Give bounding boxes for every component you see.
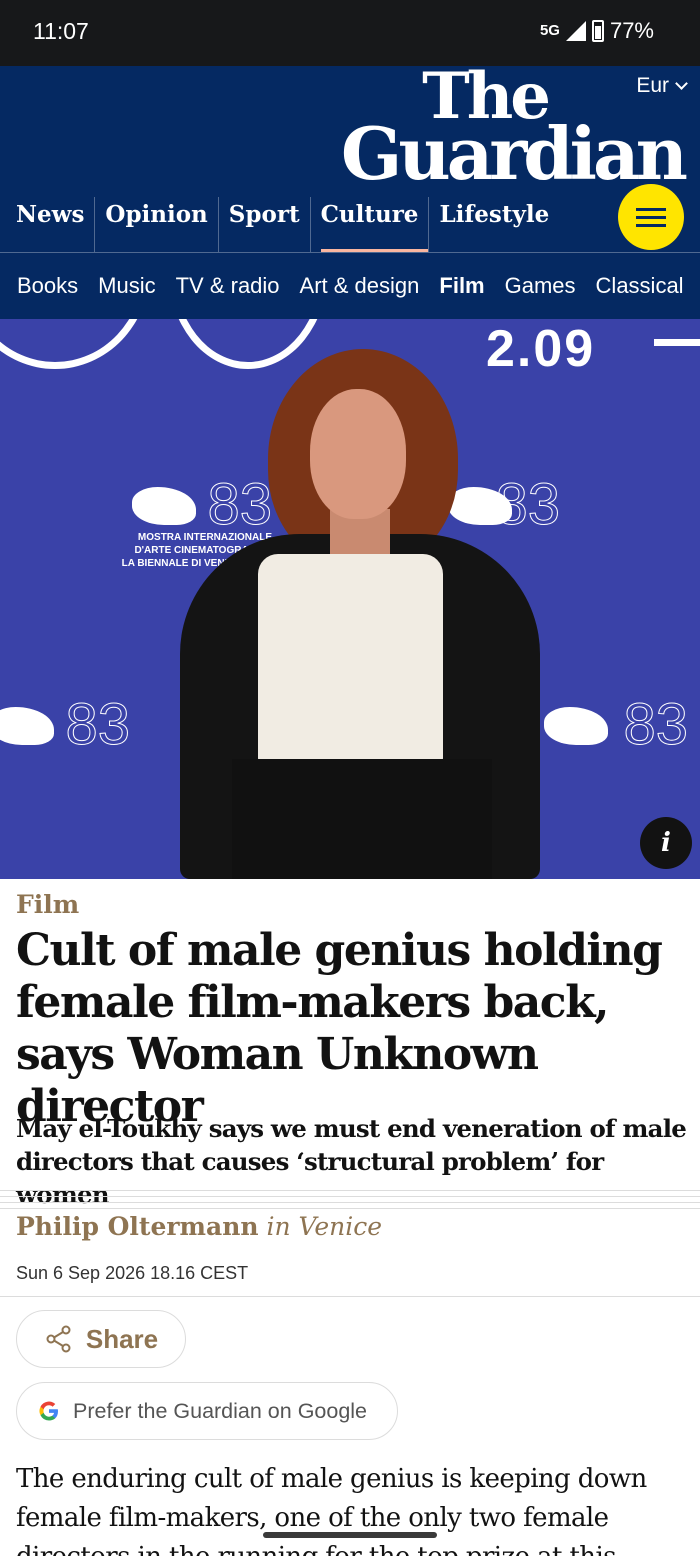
- pillar-opinion[interactable]: Opinion: [94, 197, 217, 253]
- person-pants: [232, 759, 492, 879]
- festival-caption-1: MOSTRA INTERNAZIONALE: [137, 532, 272, 543]
- backdrop-date: 2.09: [486, 320, 596, 378]
- subnav-books[interactable]: Books: [17, 273, 78, 299]
- share-button[interactable]: Share: [16, 1310, 186, 1368]
- backdrop-ring: [168, 319, 328, 369]
- festival-logo: 83: [528, 695, 689, 754]
- pillar-sport[interactable]: Sport: [217, 197, 310, 253]
- festival-logo: 83: [0, 695, 131, 754]
- status-time: 11:07: [33, 18, 89, 44]
- standfirst-rules: [0, 1190, 700, 1210]
- site-header: Eur The Guardian News Opinion Sport Cult…: [0, 65, 700, 319]
- subnav-art-design[interactable]: Art & design: [300, 273, 420, 299]
- pillar-lifestyle[interactable]: Lifestyle: [428, 197, 559, 253]
- author-link[interactable]: Philip Oltermann: [16, 1212, 259, 1241]
- person-face: [310, 389, 406, 519]
- google-label: Prefer the Guardian on Google: [73, 1398, 368, 1423]
- subnav-film[interactable]: Film: [439, 273, 484, 299]
- menu-button[interactable]: [618, 184, 684, 250]
- person-top: [258, 554, 443, 764]
- hero-image: 2.09 83 MOSTRA INTERNAZIONALE D'ARTE CIN…: [0, 319, 700, 879]
- festival-logo: 83: [440, 475, 561, 534]
- publish-date: Sun 6 Sep 2026 18.16 CEST: [16, 1263, 249, 1283]
- culture-subnav: Books Music TV & radio Art & design Film…: [0, 253, 700, 319]
- prefer-google-button[interactable]: Prefer the Guardian on Google: [16, 1382, 398, 1440]
- pillar-news[interactable]: News: [0, 197, 94, 253]
- battery-percent: 77%: [609, 18, 654, 43]
- share-label: Share: [85, 1323, 159, 1354]
- pillar-nav: News Opinion Sport Culture Lifestyle: [0, 197, 559, 253]
- meta-divider: [0, 1296, 700, 1297]
- byline-location: in Venice: [266, 1212, 383, 1241]
- backdrop-ring: [0, 319, 150, 369]
- guardian-logo[interactable]: The Guardian: [340, 65, 688, 196]
- subnav-music[interactable]: Music: [98, 273, 155, 299]
- headline: Cult of male genius holding female film-…: [16, 925, 663, 1132]
- home-indicator[interactable]: [263, 1532, 437, 1538]
- subnav-classical[interactable]: Classical: [596, 273, 684, 299]
- hamburger-icon: [636, 207, 666, 211]
- status-icons: 5G 77%: [540, 18, 654, 44]
- logo-line-2: Guardian: [340, 111, 688, 196]
- byline: Philip Oltermann in Venice: [16, 1212, 382, 1241]
- section-kicker[interactable]: Film: [16, 890, 79, 919]
- pillar-culture[interactable]: Culture: [309, 197, 429, 253]
- google-icon: [39, 1401, 58, 1421]
- article-body: The enduring cult of male genius is keep…: [16, 1464, 647, 1556]
- network-label: 5G: [539, 22, 560, 39]
- subnav-tv-radio[interactable]: TV & radio: [176, 273, 280, 299]
- battery-icon: [591, 20, 604, 42]
- info-button[interactable]: i: [640, 817, 692, 869]
- subnav-games[interactable]: Games: [505, 273, 576, 299]
- status-bar: 11:07 5G 77%: [0, 0, 700, 66]
- share-icon: [46, 1325, 71, 1353]
- signal-icon: [565, 21, 586, 41]
- backdrop-dash: [654, 339, 700, 346]
